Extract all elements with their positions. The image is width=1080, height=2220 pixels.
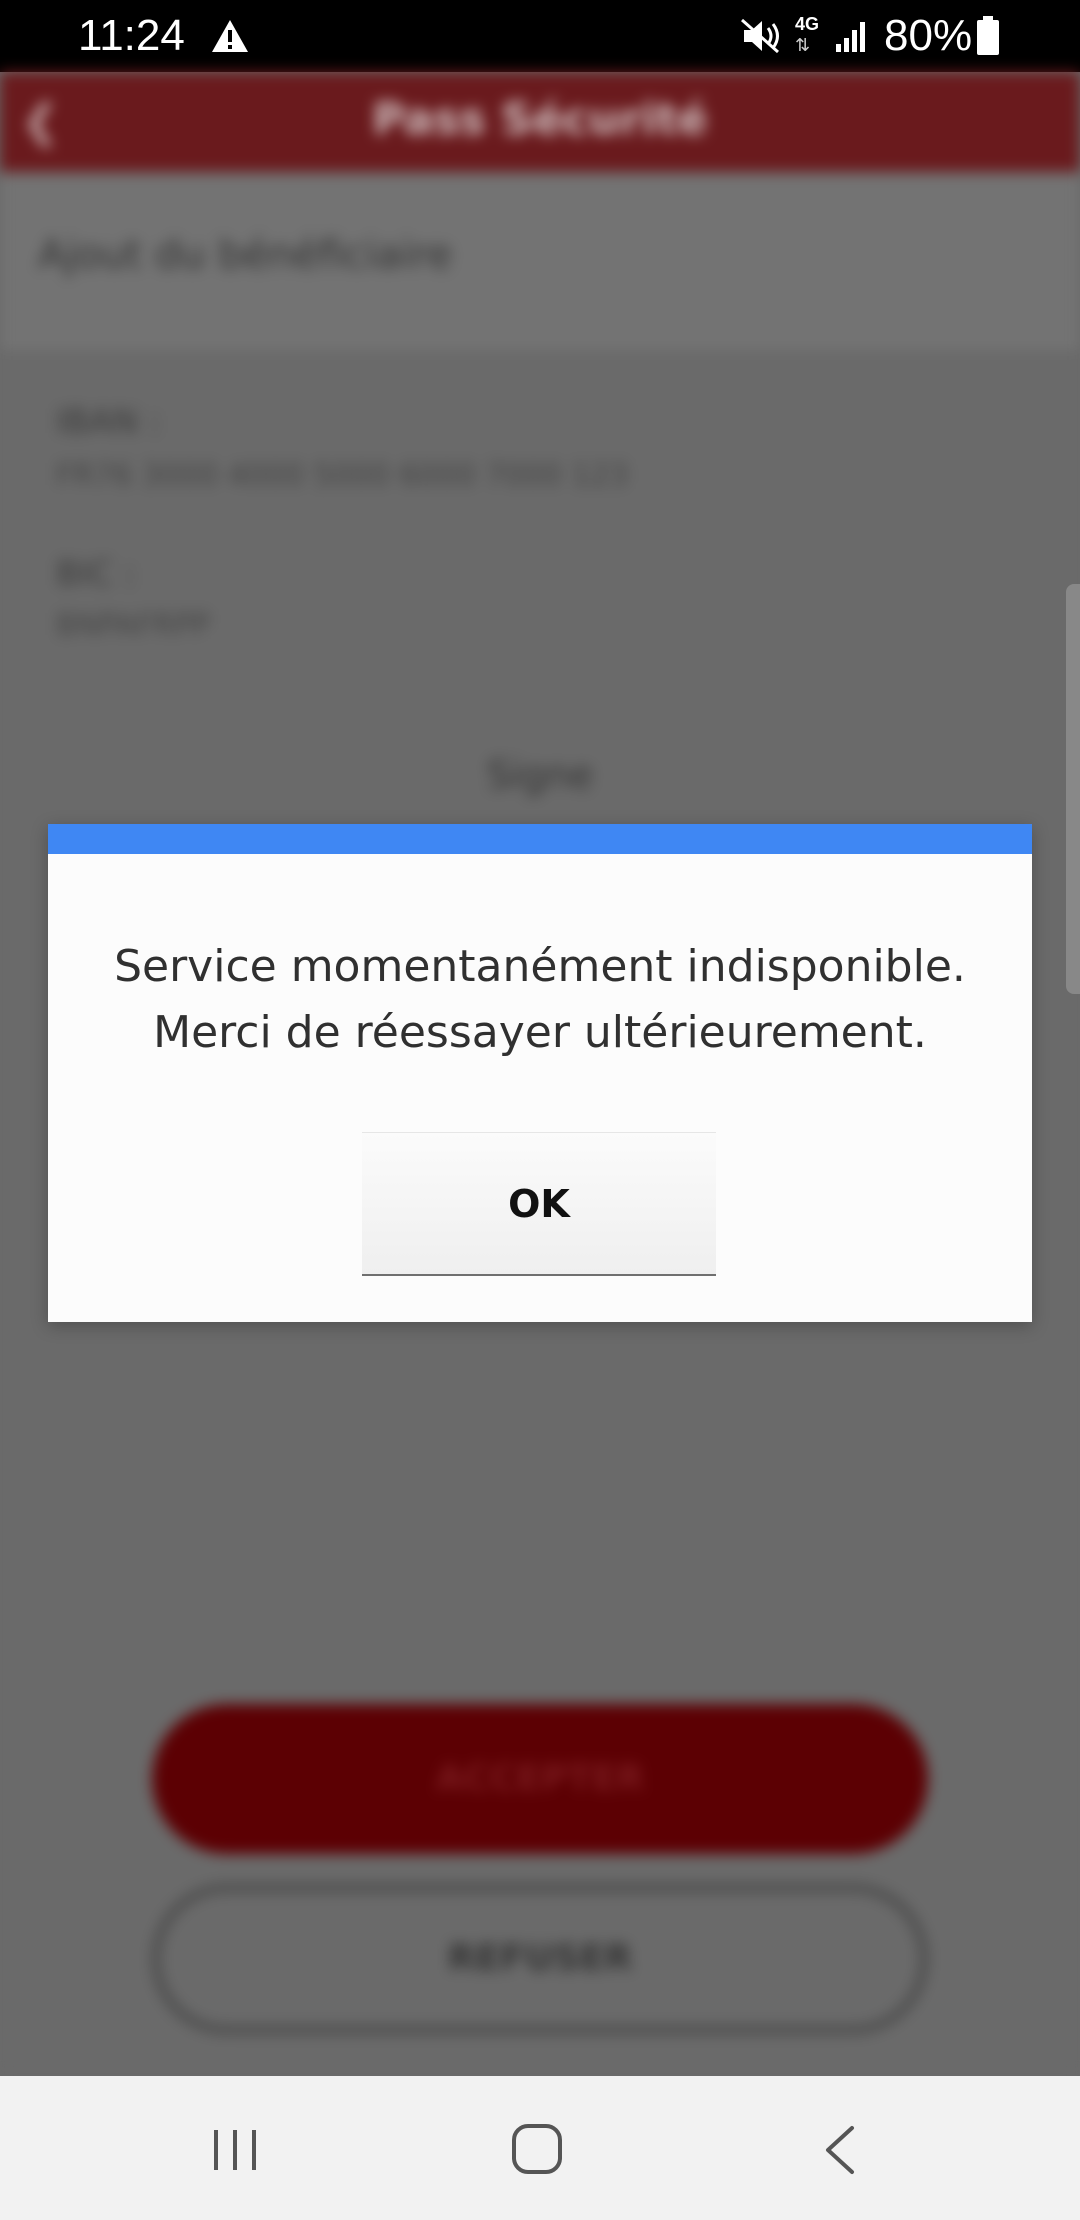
ok-button[interactable]: OK — [362, 1132, 716, 1276]
signature-label: Signe — [486, 753, 594, 797]
warning-icon — [212, 20, 248, 52]
decline-button[interactable]: REFUSER — [152, 1884, 928, 2034]
bic-value: BNPAFRPP — [56, 608, 210, 643]
accept-button[interactable]: ACCEPTER — [152, 1704, 928, 1854]
app-title: Pass Sécurité — [372, 94, 708, 145]
section-title: Ajout du bénéficiaire — [38, 232, 453, 278]
battery-percent: 80% — [884, 11, 973, 60]
home-icon[interactable] — [510, 2122, 564, 2176]
section-header: Ajout du bénéficiaire — [0, 172, 1080, 348]
recent-apps-icon[interactable] — [210, 2126, 260, 2174]
dialog-message-line-2: Merci de réessayer ultérieurement. — [153, 1007, 927, 1058]
navigation-bar — [0, 2076, 1080, 2220]
iban-value: FR76 3000 4000 5000 6000 7000 123 — [56, 458, 629, 493]
dialog-message: Service momentanément indisponible. Merc… — [68, 934, 1012, 1066]
data-arrows-icon: ⇅ — [795, 35, 811, 55]
status-time: 11:24 — [78, 11, 185, 60]
signal-icon — [836, 22, 865, 52]
mute-icon — [741, 18, 779, 54]
scroll-handle[interactable] — [1066, 584, 1080, 994]
dialog-message-line-1: Service momentanément indisponible. — [114, 941, 966, 992]
back-icon[interactable] — [820, 2124, 860, 2176]
status-bar: 11:24 4G ⇅ 80% — [0, 0, 1080, 72]
battery-icon — [977, 16, 999, 55]
alert-dialog: Service momentanément indisponible. Merc… — [48, 824, 1032, 1322]
iban-label: IBAN : — [56, 402, 161, 442]
app-header: ❮ Pass Sécurité — [0, 72, 1080, 172]
network-type: 4G — [794, 14, 819, 34]
dialog-accent-bar — [48, 824, 1032, 854]
bic-label: BIC : — [56, 554, 136, 594]
